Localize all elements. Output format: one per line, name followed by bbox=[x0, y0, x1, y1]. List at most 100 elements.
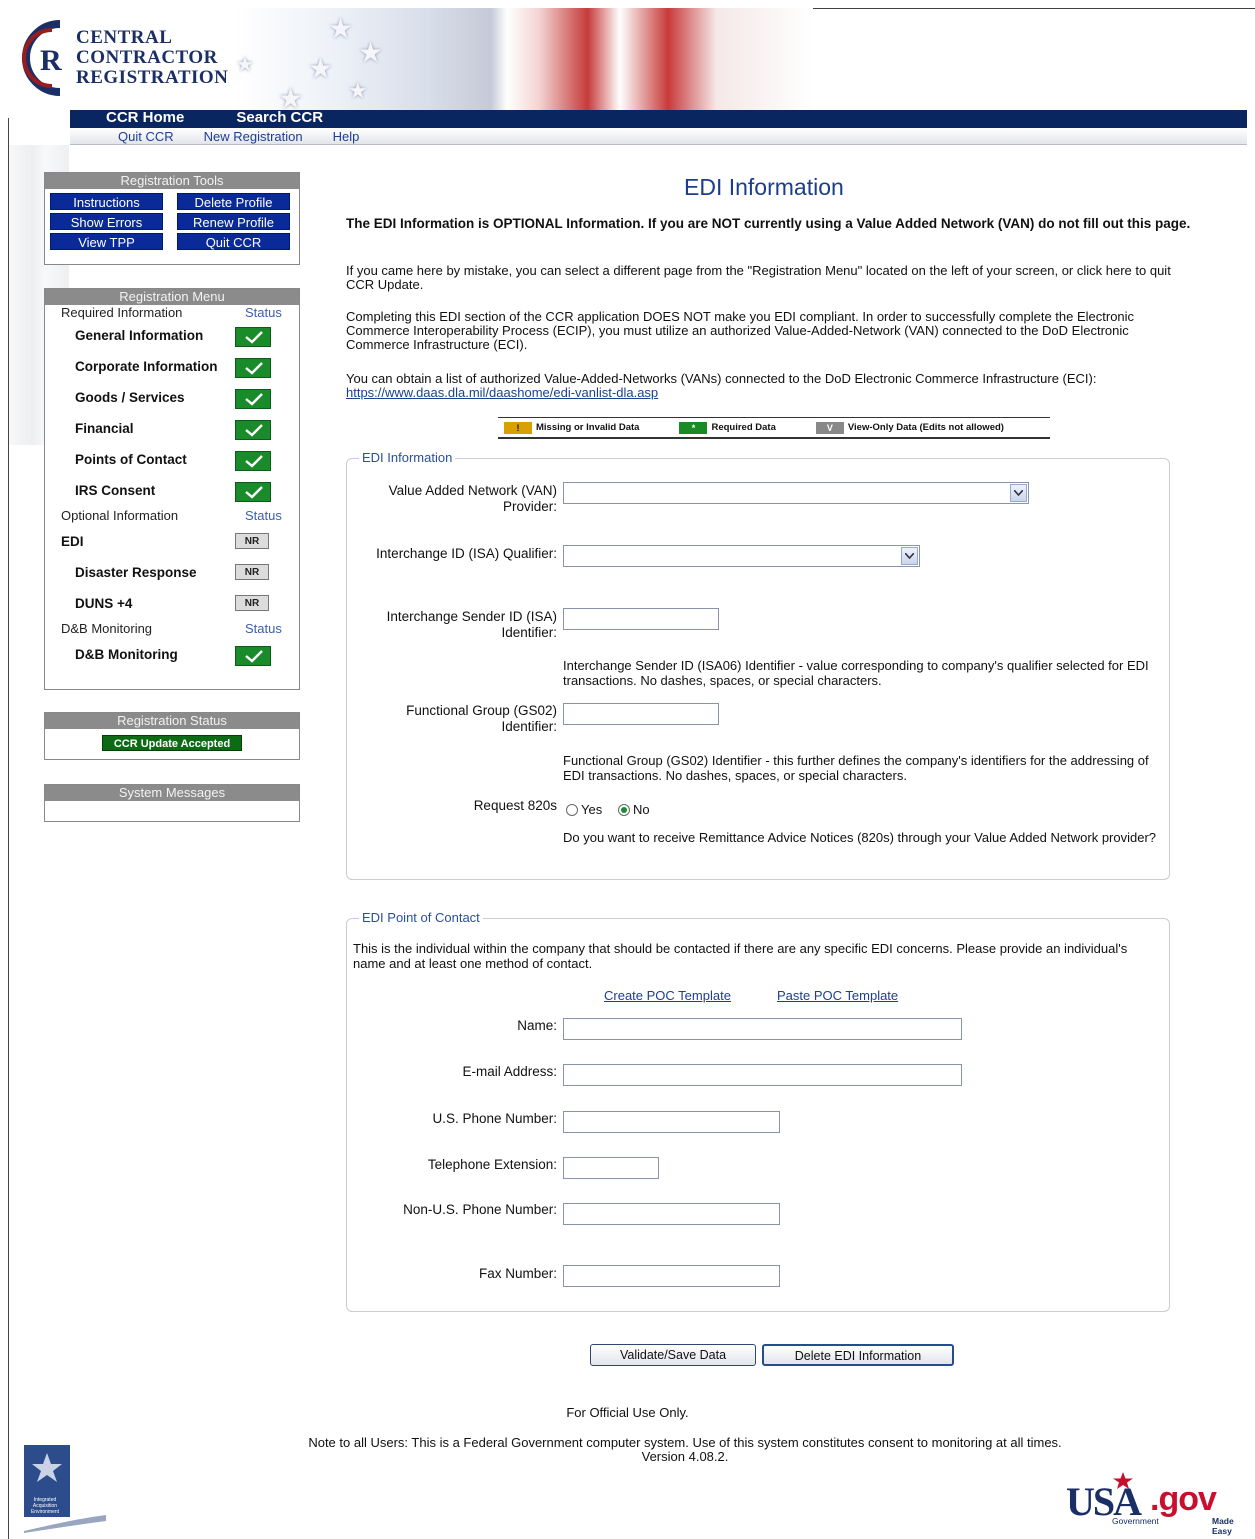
sidebar-item[interactable]: Corporate Information bbox=[45, 351, 299, 382]
poc-fax-input[interactable] bbox=[563, 1265, 780, 1287]
poc-extension-label: Telephone Extension: bbox=[427, 1157, 557, 1172]
sidebar-item-label: DUNS +4 bbox=[75, 596, 133, 611]
sidebar-item-label: IRS Consent bbox=[75, 483, 156, 498]
sidebar-item[interactable]: DUNS +4 NR bbox=[45, 588, 299, 619]
required-icon: * bbox=[679, 421, 708, 434]
poc-nonus-phone-input[interactable] bbox=[563, 1203, 780, 1225]
optional-notice: The EDI Information is OPTIONAL Informat… bbox=[346, 216, 1191, 231]
registration-tools-title: Registration Tools bbox=[45, 173, 299, 189]
edi-poc-section: EDI Point of Contact This is the individ… bbox=[346, 910, 1170, 1312]
nav-help[interactable]: Help bbox=[333, 129, 360, 144]
registration-menu-panel: Registration Menu Required Information S… bbox=[44, 288, 300, 690]
van-list-text: You can obtain a list of authorized Valu… bbox=[346, 371, 1097, 386]
poc-email-label: E-mail Address: bbox=[462, 1064, 557, 1079]
sidebar-item[interactable]: D&B Monitoring bbox=[45, 639, 299, 670]
optional-section-header: Optional Information Status bbox=[45, 506, 299, 526]
sidebar-item-label: Goods / Services bbox=[75, 390, 185, 405]
quit-ccr-button[interactable]: Quit CCR bbox=[177, 233, 290, 250]
legend-required-label: Required Data bbox=[711, 422, 776, 433]
edi-poc-legend: EDI Point of Contact bbox=[359, 910, 483, 925]
gov-text: .gov bbox=[1150, 1480, 1217, 1518]
instructions-button[interactable]: Instructions bbox=[50, 193, 163, 210]
view-only-icon: V bbox=[815, 421, 844, 434]
official-use-notice: For Official Use Only. bbox=[566, 1405, 689, 1420]
sidebar-item[interactable]: Points of Contact bbox=[45, 444, 299, 475]
page-title: EDI Information bbox=[684, 174, 844, 200]
edi-information-section: EDI Information Value Added Network (VAN… bbox=[346, 450, 1170, 880]
sidebar-item-label: Points of Contact bbox=[75, 452, 187, 467]
iae-logo-text: Integrated Acquisition Environment bbox=[30, 1497, 60, 1515]
poc-us-phone-input[interactable] bbox=[563, 1111, 780, 1133]
van-provider-select[interactable] bbox=[563, 482, 1029, 504]
create-poc-template-link[interactable]: Create POC Template bbox=[604, 988, 731, 1003]
checkmark-icon bbox=[235, 327, 271, 347]
poc-us-phone-label: U.S. Phone Number: bbox=[432, 1111, 557, 1126]
required-info-label: Required Information bbox=[61, 305, 183, 320]
not-required-badge: NR bbox=[235, 564, 269, 580]
compliance-paragraph: Completing this EDI section of the CCR a… bbox=[346, 309, 1135, 352]
registration-tools-panel: Registration Tools Instructions Delete P… bbox=[44, 172, 300, 265]
isa-identifier-input[interactable] bbox=[563, 608, 719, 630]
nav-ccr-home[interactable]: CCR Home bbox=[106, 109, 184, 126]
iae-logo-icon bbox=[24, 1445, 106, 1533]
paste-poc-template-link[interactable]: Paste POC Template bbox=[777, 988, 898, 1003]
radio-selected-icon bbox=[618, 803, 630, 816]
nav-new-registration[interactable]: New Registration bbox=[204, 129, 303, 144]
request-820s-help: Do you want to receive Remittance Advice… bbox=[563, 830, 1157, 845]
request-820s-yes-radio[interactable]: Yes bbox=[566, 802, 602, 817]
poc-extension-input[interactable] bbox=[563, 1157, 659, 1179]
system-messages-panel: System Messages bbox=[44, 784, 300, 822]
van-list-link[interactable]: https://www.daas.dla.mil/daashome/edi-va… bbox=[346, 385, 658, 400]
status-label: Status bbox=[245, 305, 282, 320]
delete-edi-button[interactable]: Delete EDI Information bbox=[762, 1344, 954, 1366]
svg-text:R: R bbox=[40, 44, 62, 77]
nav-quit-ccr[interactable]: Quit CCR bbox=[118, 129, 174, 144]
renew-profile-button[interactable]: Renew Profile bbox=[177, 213, 290, 230]
field-legend: ! Missing or Invalid Data * Required Dat… bbox=[498, 417, 1050, 439]
site-header: ★ ★ ★ ★ ★ ★ R CENTRAL CONTRACTOR REGISTR… bbox=[8, 8, 1255, 145]
checkmark-icon bbox=[235, 389, 271, 409]
van-list-paragraph: You can obtain a list of authorized Valu… bbox=[346, 372, 1192, 400]
nav-search-ccr[interactable]: Search CCR bbox=[236, 109, 323, 126]
primary-nav: CCR Home Search CCR bbox=[106, 109, 323, 126]
isa-identifier-label: Interchange Sender ID (ISA) Identifier: bbox=[386, 609, 557, 640]
sidebar-item-label: Corporate Information bbox=[75, 359, 218, 374]
registration-status-title: Registration Status bbox=[45, 713, 299, 729]
sidebar-item-label: Financial bbox=[75, 421, 134, 436]
view-tpp-button[interactable]: View TPP bbox=[50, 233, 163, 250]
not-required-badge: NR bbox=[235, 595, 269, 611]
radio-icon bbox=[566, 803, 578, 816]
show-errors-button[interactable]: Show Errors bbox=[50, 213, 163, 230]
sidebar-item-label: Disaster Response bbox=[75, 565, 197, 580]
sidebar-item-label: EDI bbox=[61, 534, 84, 549]
request-820s-no-radio[interactable]: No bbox=[618, 802, 650, 817]
not-required-badge: NR bbox=[235, 533, 269, 549]
isa-qualifier-select[interactable] bbox=[563, 545, 920, 567]
checkmark-icon bbox=[235, 451, 271, 471]
footer-note: Note to all Users: This is a Federal Gov… bbox=[0, 1436, 1255, 1464]
sidebar-item[interactable]: EDI NR bbox=[45, 526, 299, 557]
chevron-down-icon bbox=[1010, 484, 1027, 502]
sidebar-item[interactable]: IRS Consent bbox=[45, 475, 299, 506]
sidebar-item[interactable]: Disaster Response NR bbox=[45, 557, 299, 588]
gs02-identifier-help: Functional Group (GS02) Identifier - thi… bbox=[563, 753, 1149, 783]
ccr-logo-text: CENTRAL CONTRACTOR REGISTRATION bbox=[76, 27, 229, 88]
poc-name-input[interactable] bbox=[563, 1018, 962, 1040]
usagov-tagline-1: Government bbox=[1112, 1516, 1159, 1526]
gs02-identifier-input[interactable] bbox=[563, 703, 719, 725]
monitoring-notice: Note to all Users: This is a Federal Gov… bbox=[308, 1435, 1062, 1450]
legend-viewonly: V View-Only Data (Edits not allowed) bbox=[815, 421, 1004, 434]
van-provider-label: Value Added Network (VAN) Provider: bbox=[388, 483, 557, 514]
poc-email-input[interactable] bbox=[563, 1064, 962, 1086]
radio-yes-label: Yes bbox=[581, 802, 603, 817]
sidebar-item[interactable]: Goods / Services bbox=[45, 382, 299, 413]
sidebar-item[interactable]: General Information bbox=[45, 320, 299, 351]
sidebar-item[interactable]: Financial bbox=[45, 413, 299, 444]
registration-menu-title: Registration Menu bbox=[45, 289, 299, 305]
ccr-logo-icon: R bbox=[22, 20, 62, 96]
delete-profile-button[interactable]: Delete Profile bbox=[177, 193, 290, 210]
dnb-monitoring-label: D&B Monitoring bbox=[61, 621, 153, 636]
validate-save-button[interactable]: Validate/Save Data bbox=[590, 1344, 756, 1366]
status-badge: CCR Update Accepted bbox=[102, 735, 242, 751]
sidebar-item-label: General Information bbox=[75, 328, 204, 343]
